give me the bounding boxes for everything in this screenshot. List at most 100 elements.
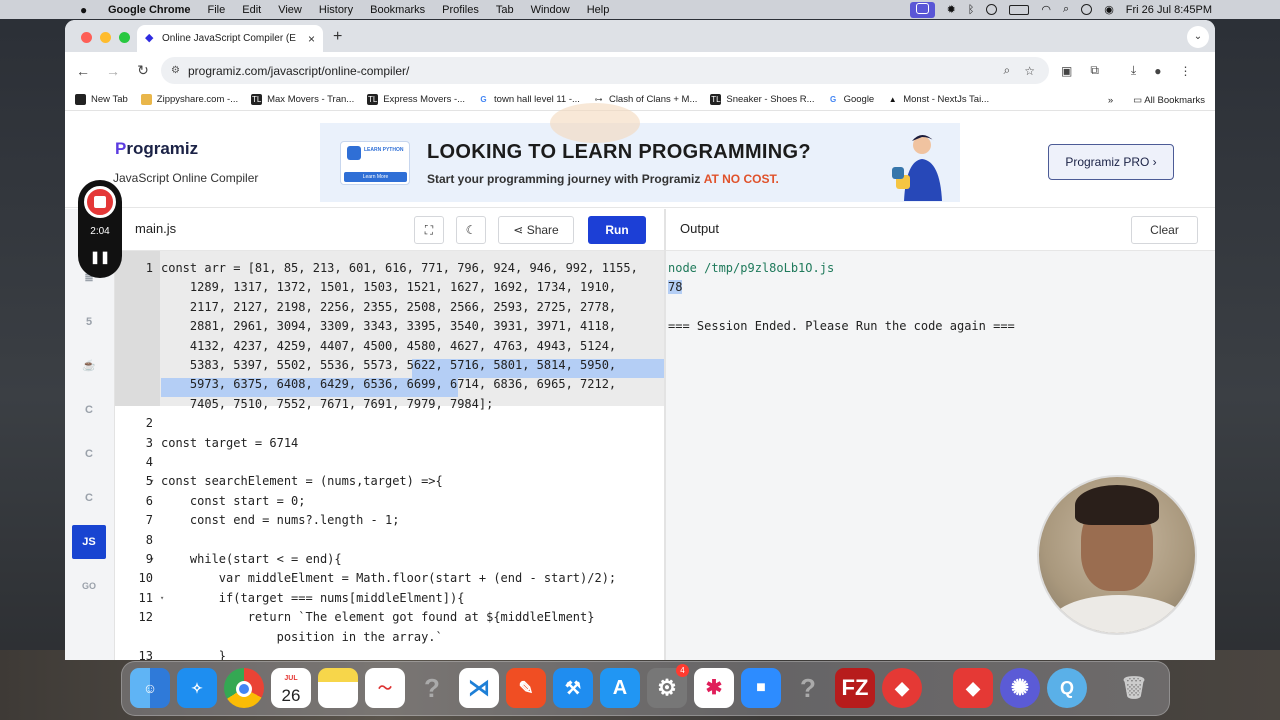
menu-profiles[interactable]: Profiles xyxy=(442,4,479,16)
more-bookmarks-icon[interactable]: » xyxy=(1108,95,1113,106)
battery-icon[interactable] xyxy=(1009,4,1030,15)
share-button[interactable]: ⋖ Share xyxy=(498,216,574,244)
finder-icon[interactable]: ☺ xyxy=(130,668,170,708)
app-store-icon[interactable]: A xyxy=(600,668,640,708)
new-tab-icon[interactable]: + xyxy=(333,28,342,46)
code-editor[interactable]: ▾ ▾ ▾ 1 const arr = [81, 85, 213, 601, 61… xyxy=(115,251,665,660)
close-tab-icon[interactable]: × xyxy=(308,32,315,46)
download-icon[interactable]: ⤓ xyxy=(1131,63,1136,78)
go-icon[interactable]: GO xyxy=(78,575,100,597)
run-button[interactable]: Run xyxy=(588,216,646,244)
loom-icon[interactable]: ✺ xyxy=(1000,668,1040,708)
java-icon[interactable]: ☕ xyxy=(78,355,100,377)
macos-menubar: ● Google Chrome File Edit View History B… xyxy=(0,0,1280,19)
zoom-icon[interactable]: ■ xyxy=(741,668,781,708)
bookmark-item[interactable]: TL Max Movers - Tran... xyxy=(251,94,354,105)
menu-history[interactable]: History xyxy=(319,4,353,16)
brightness-icon[interactable]: ✹ xyxy=(947,3,956,16)
pen-app-icon[interactable]: ✎ xyxy=(506,668,546,708)
control-center-icon[interactable] xyxy=(1081,4,1093,15)
wifi-icon[interactable]: ◠ xyxy=(1041,3,1051,16)
maximize-window-button[interactable] xyxy=(119,32,130,43)
siri-icon[interactable]: ◉ xyxy=(1104,3,1114,16)
code-line: 5383, 5397, 5502, 5536, 5573, 5622, 5716… xyxy=(161,358,617,372)
triangle-icon: ▲ xyxy=(887,94,899,105)
dark-mode-icon[interactable]: ☾ xyxy=(456,216,486,244)
bookmark-item[interactable]: Zippyshare.com -... xyxy=(140,94,238,105)
close-window-button[interactable] xyxy=(81,32,92,43)
menu-window[interactable]: Window xyxy=(531,4,570,16)
fullscreen-icon[interactable]: ⛶ xyxy=(414,216,444,244)
programiz-logo[interactable]: Programiz xyxy=(115,139,198,159)
site-info-icon[interactable]: ⚙ xyxy=(171,65,180,76)
banner-subtitle-text: Start your programming journey with Prog… xyxy=(427,172,704,186)
reload-icon[interactable]: ↻ xyxy=(135,62,151,79)
user-icon[interactable] xyxy=(986,4,998,15)
bookmarks-bar: New Tab Zippyshare.com -... TL Max Movers… xyxy=(65,89,1215,111)
menu-view[interactable]: View xyxy=(278,4,302,16)
menu-tab[interactable]: Tab xyxy=(496,4,514,16)
js-icon[interactable]: JS xyxy=(72,525,106,559)
menu-app-name[interactable]: Google Chrome xyxy=(108,4,191,16)
slack-icon[interactable]: ✱ xyxy=(694,668,734,708)
address-bar[interactable]: ⚙ programiz.com/javascript/online-compil… xyxy=(161,57,1049,84)
extension-icon[interactable]: ▣ xyxy=(1061,64,1072,78)
calendar-month: JUL xyxy=(284,675,298,682)
anydesk-icon[interactable]: ◆ xyxy=(953,668,993,708)
code-line: 7405, 7510, 7552, 7671, 7691, 7979, 7984… xyxy=(161,396,494,411)
menubar-clock[interactable]: Fri 26 Jul 8:45PM xyxy=(1126,4,1212,16)
minimize-window-button[interactable] xyxy=(100,32,111,43)
extensions-puzzle-icon[interactable]: ⧉ xyxy=(1090,63,1099,78)
xcode-icon[interactable]: ⚒ xyxy=(553,668,593,708)
programiz-pro-button[interactable]: Programiz PRO › xyxy=(1048,144,1174,180)
zoom-icon[interactable]: ⌕ xyxy=(1004,63,1011,78)
menu-edit[interactable]: Edit xyxy=(242,4,261,16)
spotlight-search-icon[interactable]: ⌕ xyxy=(1063,3,1069,16)
bluetooth-icon[interactable]: ᛒ xyxy=(968,4,975,16)
back-icon[interactable]: ← xyxy=(75,63,91,79)
forward-icon[interactable]: → xyxy=(105,63,121,79)
bookmark-item[interactable]: ▲ Monst - NextJs Tai... xyxy=(887,94,989,105)
url-text[interactable]: programiz.com/javascript/online-compiler… xyxy=(188,64,1004,78)
cpp-icon[interactable]: C xyxy=(78,443,100,465)
bookmark-star-icon[interactable]: ☆ xyxy=(1024,64,1035,78)
freeform-icon[interactable]: 〜 xyxy=(365,668,405,708)
html-icon[interactable]: 5 xyxy=(78,311,100,333)
browser-tab-active[interactable]: ◆ Online JavaScript Compiler (E × xyxy=(137,25,323,52)
calendar-icon[interactable]: JUL 26 xyxy=(271,668,311,708)
bookmark-item[interactable]: Gtown hall level 11 -... xyxy=(478,94,580,105)
file-tab[interactable]: main.js xyxy=(135,221,176,236)
filezilla-icon[interactable]: FZ xyxy=(835,668,875,708)
tl-icon: TL xyxy=(251,94,263,105)
bookmark-item[interactable]: TL Sneaker - Shoes R... xyxy=(710,94,815,105)
all-bookmarks[interactable]: ▭ All Bookmarks xyxy=(1133,95,1205,106)
chrome-menu-icon[interactable]: ⋮ xyxy=(1179,64,1191,78)
bookmark-item[interactable]: New Tab xyxy=(75,94,128,105)
notes-icon[interactable] xyxy=(318,668,358,708)
csharp-icon[interactable]: C xyxy=(78,487,100,509)
learn-more-button[interactable]: Learn More xyxy=(344,172,407,182)
bookmark-item[interactable]: TL Express Movers -... xyxy=(367,94,465,105)
stop-recording-button[interactable] xyxy=(84,186,116,218)
apple-menu-icon[interactable]: ● xyxy=(80,3,94,17)
menu-bookmarks[interactable]: Bookmarks xyxy=(370,4,425,16)
menu-file[interactable]: File xyxy=(208,4,226,16)
vscode-icon[interactable]: ⋊ xyxy=(459,668,499,708)
c-icon[interactable]: C xyxy=(78,399,100,421)
ad-banner[interactable]: LEARN PYTHON Learn More LOOKING TO LEARN… xyxy=(320,103,960,202)
safari-icon[interactable]: ✧ xyxy=(177,668,217,708)
trash-icon[interactable]: 🗑 xyxy=(1114,668,1154,708)
anydesk-icon[interactable]: ◆ xyxy=(882,668,922,708)
tl-icon: TL xyxy=(367,94,379,105)
tab-search-icon[interactable]: ⌄ xyxy=(1187,26,1209,48)
clear-button[interactable]: Clear xyxy=(1131,216,1198,244)
quicktime-icon[interactable]: Q xyxy=(1047,668,1087,708)
bookmark-item[interactable]: G Google xyxy=(827,94,874,105)
menu-help[interactable]: Help xyxy=(587,4,610,16)
screen-record-status-icon[interactable] xyxy=(909,1,935,18)
profile-avatar-icon[interactable]: ● xyxy=(1154,64,1161,78)
pause-icon[interactable]: ❚❚ xyxy=(78,250,122,264)
chrome-icon[interactable] xyxy=(224,668,264,708)
unknown-app-icon[interactable]: ? xyxy=(412,668,452,708)
unknown-app-icon[interactable]: ? xyxy=(788,668,828,708)
